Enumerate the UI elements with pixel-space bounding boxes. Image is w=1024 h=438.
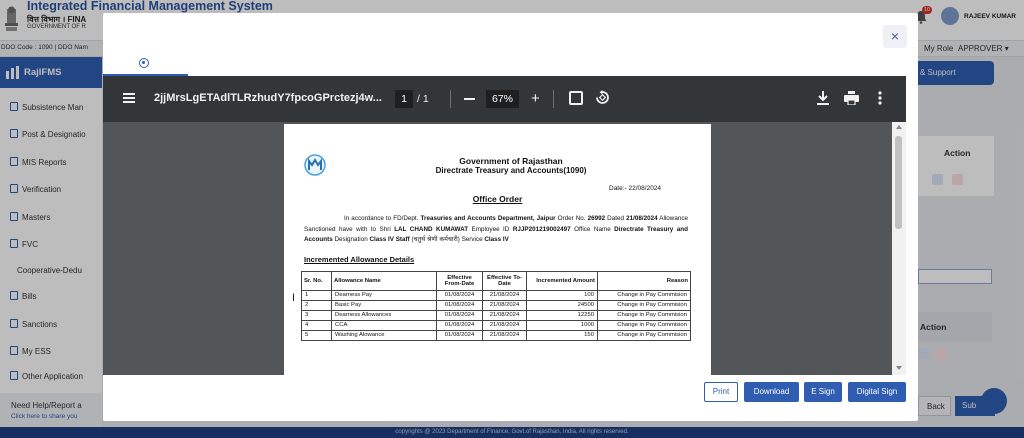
table-row: 1 Dearness Pay 01/08/2024 21/08/2024 100 Chan… (301, 290, 691, 301)
table-cell: 100 (526, 290, 598, 301)
table-cell: 21/08/2024 (482, 320, 527, 331)
table-cell: Change in Pay Commision (597, 300, 691, 311)
table-row: 4 CCA 01/08/2024 21/08/2024 1000 Change in Pa… (301, 320, 691, 331)
table-cell: 01/08/2024 (436, 290, 483, 301)
table-cell: 3 (301, 310, 332, 321)
table-cell: Basic Pay (331, 300, 437, 311)
table-cell: 1000 (526, 320, 598, 331)
doc-date: Date:- 22/08/2024 (609, 185, 662, 192)
pdf-viewer: 2jjMrsLgETAdlTLRzhudY7fpcoGPrctezj4w... … (103, 76, 906, 375)
download-icon[interactable] (816, 90, 830, 106)
toolbar-divider (450, 90, 451, 108)
pdf-file-name: 2jjMrsLgETAdlTLRzhudY7fpcoGPrctezj4w... (154, 92, 382, 104)
table-header: Effective From-Date (436, 271, 483, 291)
table-cell: Dearness Pay (331, 290, 437, 301)
table-cell: CCA (331, 320, 437, 331)
table-cell: Change in Pay Commision (597, 310, 691, 321)
table-header-row: Sr. No. Allowance Name Effective From-Da… (301, 271, 691, 291)
pdf-toolbar: 2jjMrsLgETAdlTLRzhudY7fpcoGPrctezj4w... … (103, 76, 906, 122)
scroll-down-icon[interactable] (896, 366, 902, 370)
table-header: Effective To-Date (482, 271, 527, 291)
table-cell: 21/08/2024 (482, 300, 527, 311)
table-cell: 01/08/2024 (436, 330, 483, 341)
table-cell: 01/08/2024 (436, 320, 483, 331)
table-cell: 21/08/2024 (482, 290, 527, 301)
e-sign-button[interactable]: E Sign (804, 382, 842, 402)
table-cell: 2 (301, 300, 332, 311)
order-paragraph: In accordance to FD/Dept. Treasuries and… (304, 215, 688, 243)
table-cell: Change in Pay Commision (597, 320, 691, 331)
close-button[interactable]: × (883, 25, 907, 48)
table-cell: Change in Pay Commision (597, 290, 691, 301)
fit-page-icon[interactable] (569, 91, 583, 105)
table-cell: 21/08/2024 (482, 330, 527, 341)
zoom-out-icon[interactable] (464, 98, 475, 100)
text-cursor-icon: I (292, 292, 296, 304)
table-cell: 5 (301, 330, 332, 341)
table-cell: 01/08/2024 (436, 300, 483, 311)
table-cell: Dearness Allowances (331, 310, 437, 321)
allowance-table: Sr. No. Allowance Name Effective From-Da… (301, 271, 691, 341)
zoom-in-icon[interactable]: + (531, 91, 540, 106)
office-order-title: Office Order (472, 194, 523, 204)
print-button[interactable]: Print (704, 382, 738, 402)
digital-sign-button[interactable]: Digital Sign (848, 382, 906, 402)
doc-heading: Government of Rajasthan (459, 156, 563, 166)
table-cell: 01/08/2024 (436, 310, 483, 321)
table-header: Allowance Name (331, 271, 437, 291)
table-row: 5 Washing Alowance 01/08/2024 21/08/2024 150… (301, 330, 691, 341)
page-number-input[interactable]: 1 (395, 90, 413, 108)
table-row: 3 Dearness Allowances 01/08/2024 21/08/2024… (301, 310, 691, 321)
table-header: Incremented Amount (526, 271, 598, 291)
document-preview-modal: × 2jjMrsLgETAdlTLRzhudY7fpcoGPrctezj4w..… (103, 13, 918, 421)
menu-icon[interactable] (123, 93, 135, 103)
table-header: Reason (597, 271, 691, 291)
scroll-up-icon[interactable] (896, 125, 902, 129)
table-cell: 21/08/2024 (482, 310, 527, 321)
rotate-icon[interactable] (595, 90, 610, 105)
scrollbar-thumb[interactable] (895, 136, 902, 229)
print-icon[interactable] (844, 91, 859, 105)
section-title: Incremented Allowance Details (304, 255, 415, 264)
table-cell: 150 (526, 330, 598, 341)
toolbar-divider (553, 90, 554, 108)
document-tab-radio[interactable] (139, 58, 149, 68)
doc-subheading: Directrate Treasury and Accounts(1090) (435, 166, 587, 175)
table-header: Sr. No. (301, 271, 332, 291)
allowance-table-body: 1 Dearness Pay 01/08/2024 21/08/2024 100 Chan… (301, 290, 691, 341)
download-button[interactable]: Download (744, 382, 799, 402)
table-cell: 4 (301, 320, 332, 331)
table-cell: Washing Alowance (331, 330, 437, 341)
table-row: 2 Basic Pay 01/08/2024 21/08/2024 24500 Chang… (301, 300, 691, 311)
table-cell: 12250 (526, 310, 598, 321)
pdf-page: Government of Rajasthan Directrate Treas… (284, 124, 711, 375)
page-count: / 1 (417, 93, 429, 105)
table-cell: Change in Pay Commision (597, 330, 691, 341)
zoom-input[interactable]: 67% (486, 90, 519, 108)
table-cell: 1 (301, 290, 332, 301)
more-options-icon[interactable] (878, 91, 882, 105)
table-cell: 24500 (526, 300, 598, 311)
